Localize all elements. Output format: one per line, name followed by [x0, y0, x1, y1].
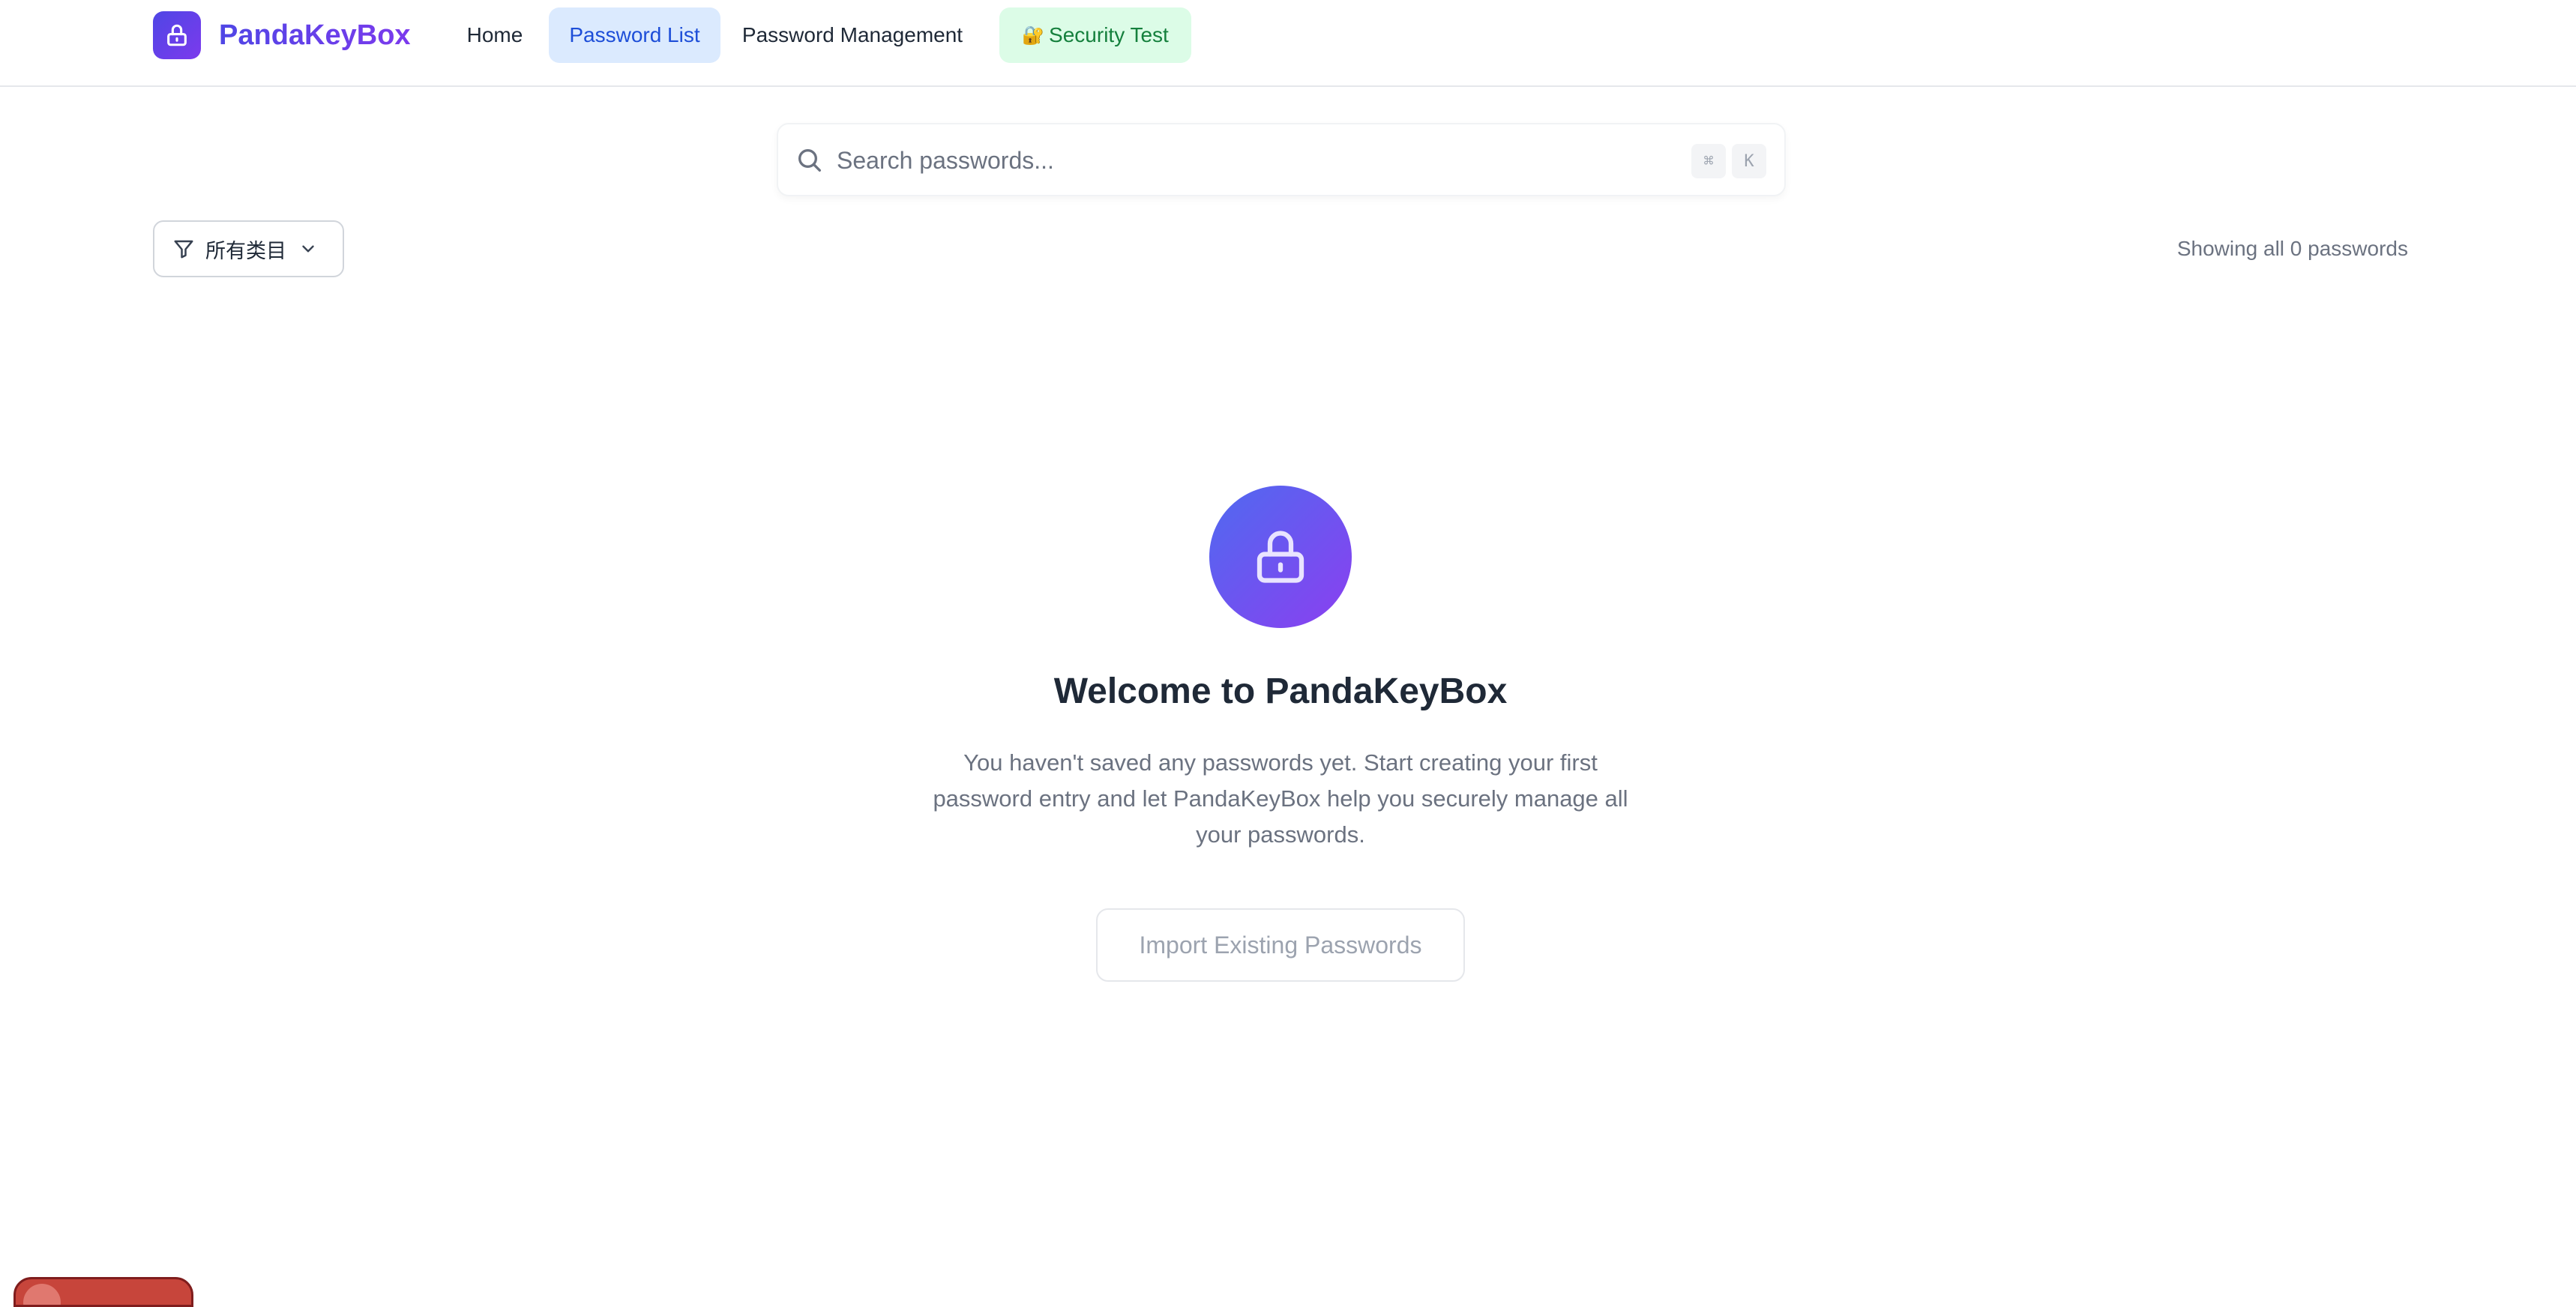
chevron-down-icon — [302, 245, 314, 253]
nav-home[interactable]: Home — [453, 7, 537, 63]
empty-state-title: Welcome to PandaKeyBox — [1053, 671, 1508, 711]
empty-state-lock-badge — [1209, 486, 1352, 628]
filter-icon — [174, 240, 193, 259]
empty-state-description: You haven't saved any passwords yet. Sta… — [933, 749, 1628, 848]
floating-widget[interactable] — [13, 1277, 193, 1307]
nav-security-test[interactable]: 🔐 Security Test — [999, 7, 1191, 63]
filter-label: 所有类目 — [205, 239, 286, 263]
search-icon — [798, 149, 821, 172]
nav-password-management[interactable]: Password Management — [733, 7, 972, 63]
nav-password-list[interactable]: Password List — [549, 7, 720, 63]
widget-knob — [23, 1284, 61, 1305]
lock-icon — [1257, 531, 1304, 583]
password-count: Showing all 0 passwords — [2176, 237, 2408, 260]
nav-security-test-label: Security Test — [1049, 23, 1169, 46]
shortcut-cmd-key: ⌘ — [1691, 144, 1726, 178]
lock-key-icon: 🔐 — [1022, 25, 1045, 46]
top-navbar: PandaKeyBox Home Password List Password … — [0, 0, 2576, 87]
search-input[interactable] — [837, 139, 1631, 181]
search-bar: ⌘ K — [777, 123, 1786, 196]
lock-icon — [167, 24, 187, 46]
brand-name[interactable]: PandaKeyBox — [219, 16, 411, 54]
import-passwords-button[interactable]: Import Existing Passwords — [1096, 908, 1465, 982]
shortcut-k-key: K — [1732, 144, 1766, 178]
app-logo[interactable] — [153, 11, 201, 59]
category-filter-dropdown[interactable]: 所有类目 — [153, 220, 344, 277]
